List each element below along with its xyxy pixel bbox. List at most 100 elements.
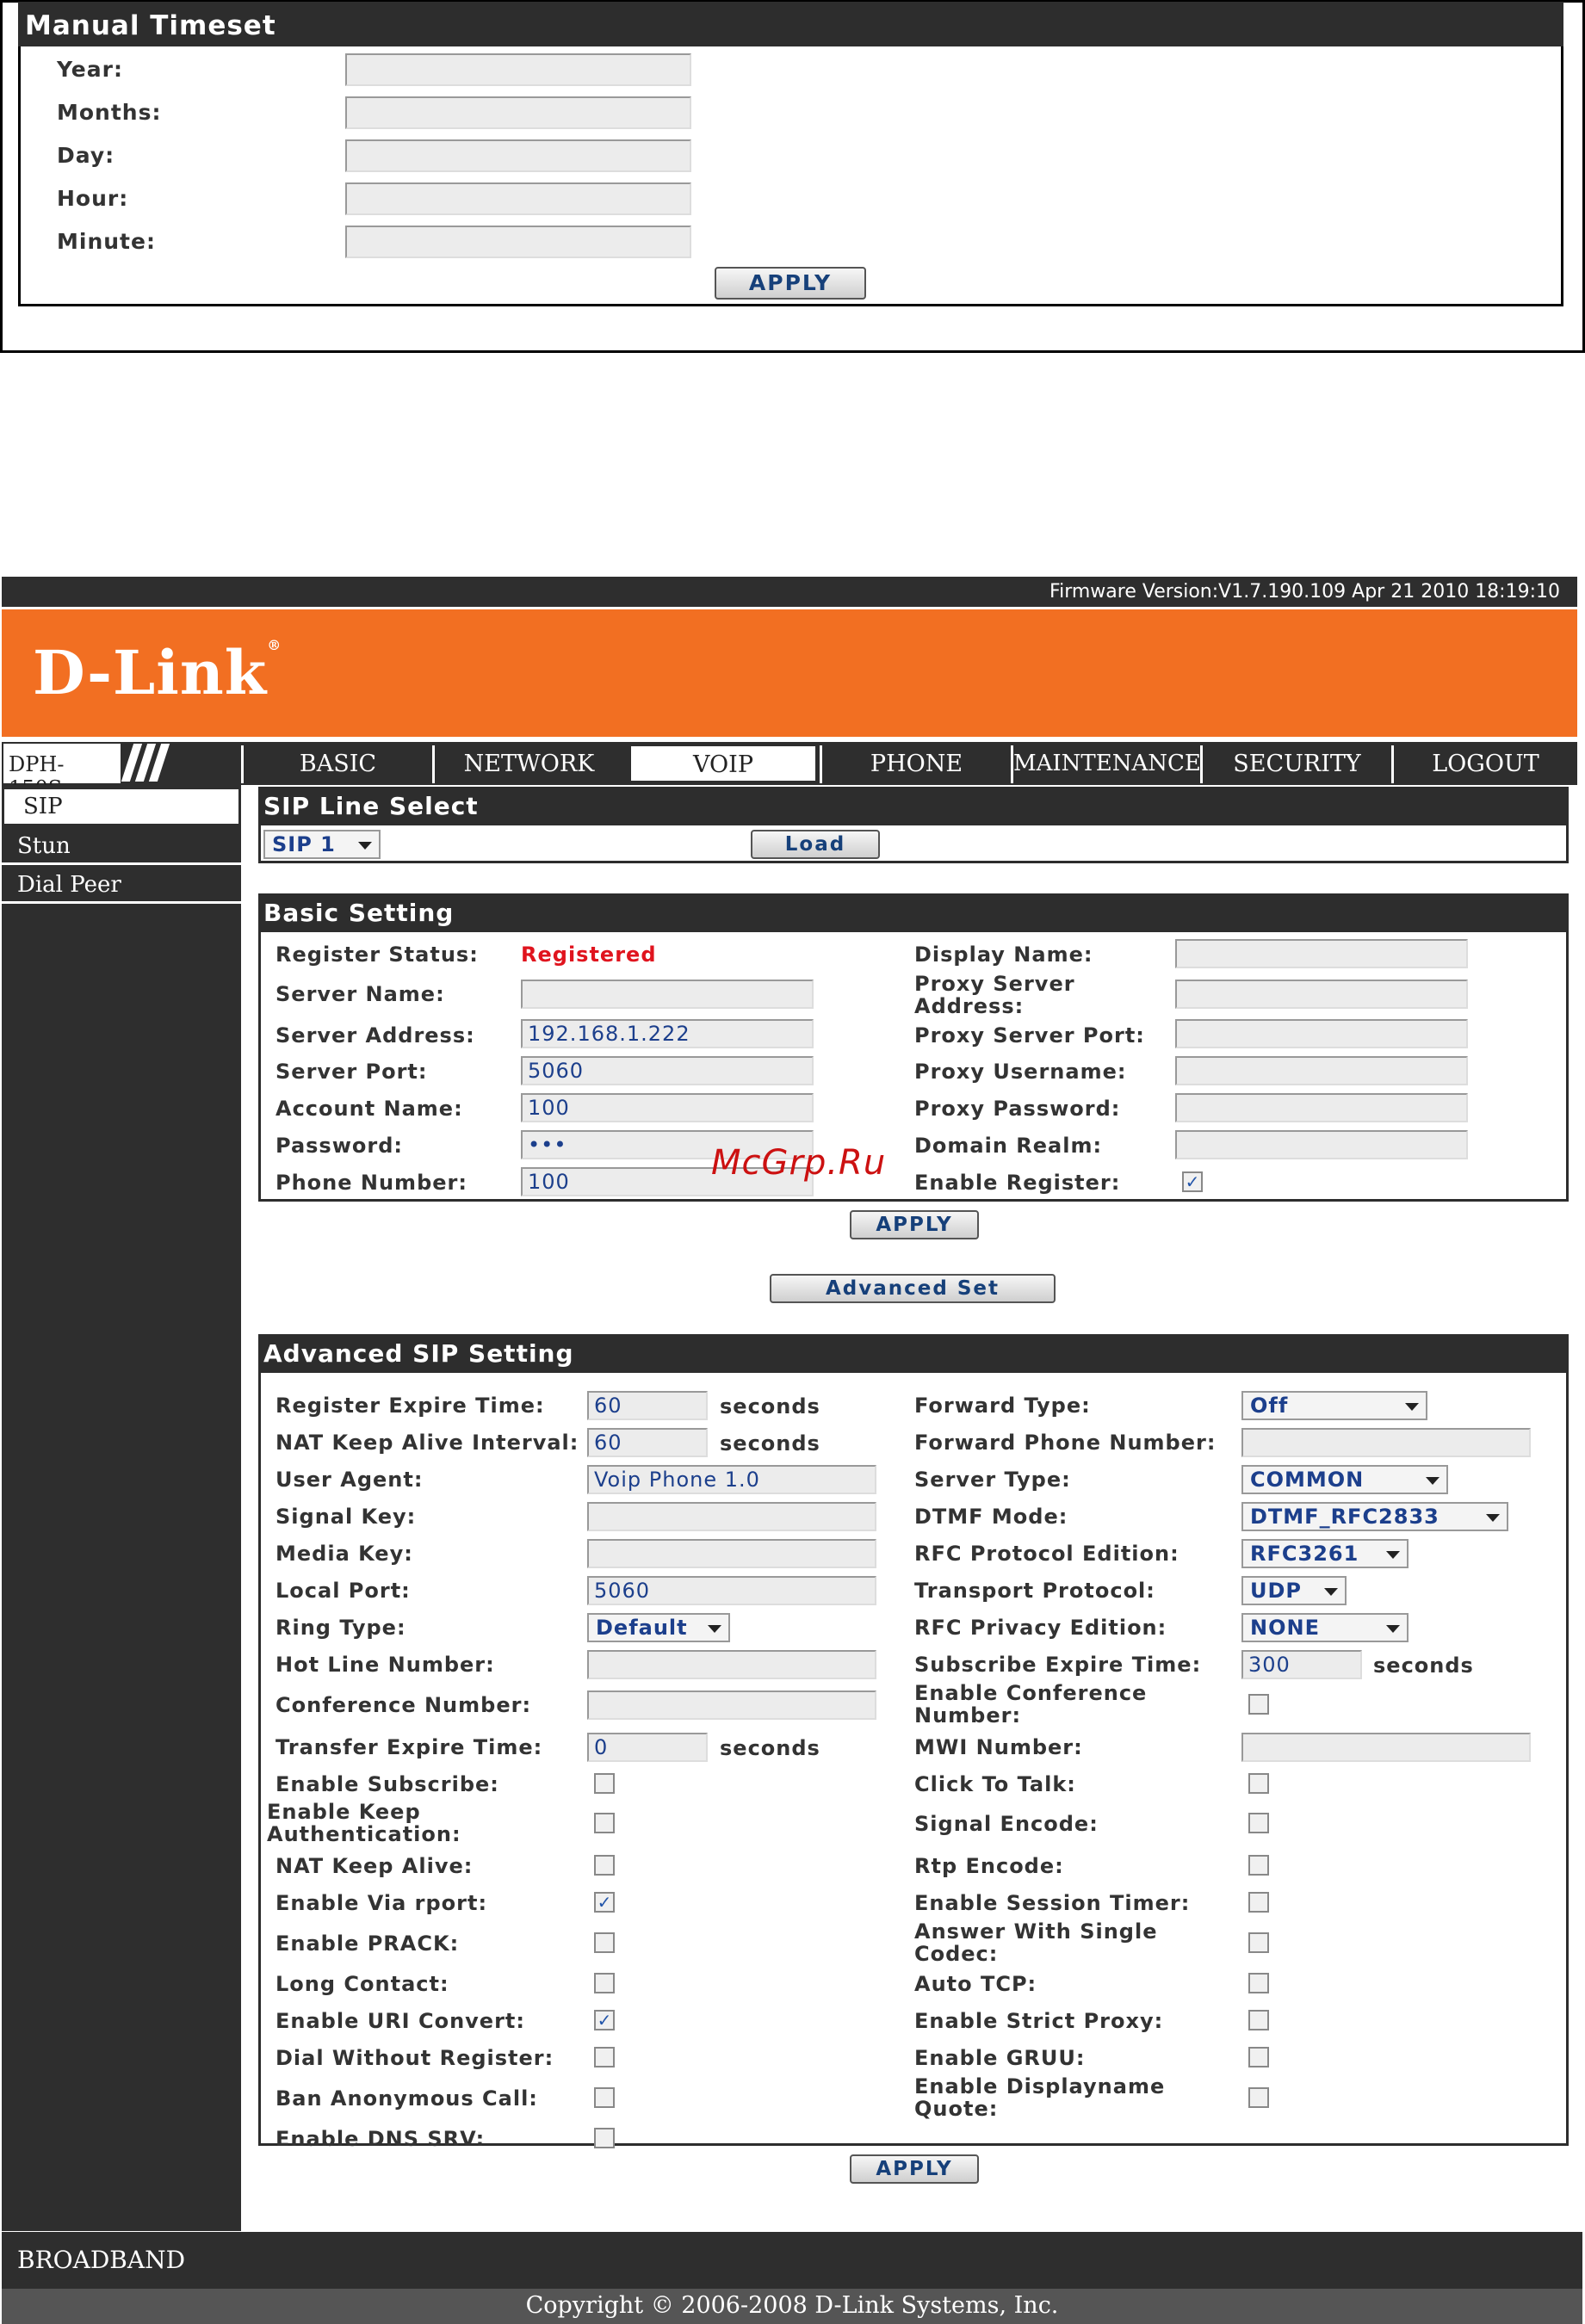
tab-logout[interactable]: LOGOUT: [1391, 745, 1577, 783]
sidebar-item-dial-peer[interactable]: Dial Peer: [2, 868, 241, 904]
enable-register-label: Enable Register:: [914, 1171, 1121, 1195]
timeset-apply-button[interactable]: APPLY: [715, 267, 866, 300]
sidebar-item-stun[interactable]: Stun: [2, 829, 241, 865]
advanced-field-select[interactable]: Off: [1241, 1391, 1427, 1420]
advanced-field-select[interactable]: Default: [587, 1613, 730, 1642]
timeset-form: Year: Months: Day: Hour: Minute:: [18, 52, 707, 258]
advanced-field-checkbox[interactable]: [594, 1773, 615, 1794]
proxy-server-address-input[interactable]: [1175, 980, 1468, 1009]
advanced-field-label: Server Type:: [914, 1468, 1071, 1492]
advanced-field-checkbox[interactable]: [1248, 2010, 1269, 2030]
unit-label: seconds: [720, 1736, 820, 1760]
proxy-server-port-label: Proxy Server Port:: [914, 1023, 1145, 1048]
chevron-down-icon: [1386, 1551, 1400, 1559]
advanced-field-label: NAT Keep Alive:: [276, 1854, 474, 1878]
advanced-field-label: DTMF Mode:: [914, 1505, 1068, 1529]
advanced-field-input[interactable]: 60: [587, 1391, 708, 1420]
advanced-field-input[interactable]: Voip Phone 1.0: [587, 1465, 876, 1494]
server-port-input[interactable]: 5060: [521, 1056, 814, 1085]
advanced-field-checkbox[interactable]: ✓: [594, 2010, 615, 2030]
proxy-password-label: Proxy Password:: [914, 1097, 1121, 1121]
hour-label: Hour:: [57, 186, 129, 211]
firmware-version: Firmware Version:V1.7.190.109 Apr 21 201…: [2, 577, 1577, 607]
advanced-field-select[interactable]: NONE: [1241, 1613, 1409, 1642]
advanced-field-input[interactable]: [587, 1502, 876, 1531]
proxy-username-input[interactable]: [1175, 1056, 1468, 1085]
tab-phone[interactable]: PHONE: [820, 745, 1011, 783]
proxy-password-input[interactable]: [1175, 1093, 1468, 1122]
advanced-field-select[interactable]: UDP: [1241, 1576, 1347, 1605]
advanced-sip-setting-title: Advanced SIP Setting: [258, 1334, 1569, 1373]
advanced-field-checkbox[interactable]: [594, 1855, 615, 1876]
advanced-field-checkbox[interactable]: [1248, 1892, 1269, 1913]
display-name-input[interactable]: [1175, 939, 1468, 968]
unit-label: seconds: [720, 1431, 820, 1456]
domain-realm-input[interactable]: [1175, 1130, 1468, 1159]
advanced-field-checkbox[interactable]: [594, 2128, 615, 2148]
advanced-field-checkbox[interactable]: [1248, 1973, 1269, 1993]
advanced-field-checkbox[interactable]: [594, 2087, 615, 2108]
proxy-server-port-input[interactable]: [1175, 1019, 1468, 1048]
advanced-field-input[interactable]: 300: [1241, 1650, 1362, 1679]
advanced-field-input[interactable]: 5060: [587, 1576, 876, 1605]
tab-basic[interactable]: BASIC: [241, 745, 432, 783]
sidebar-item-sip[interactable]: SIP: [2, 787, 241, 826]
advanced-field-checkbox[interactable]: [1248, 2047, 1269, 2067]
advanced-field-select[interactable]: DTMF_RFC2833: [1241, 1502, 1508, 1531]
tab-maintenance[interactable]: MAINTENANCE: [1011, 745, 1201, 783]
advanced-field-checkbox[interactable]: [594, 1932, 615, 1953]
sip-line-select[interactable]: SIP 1: [263, 830, 381, 859]
basic-apply-button[interactable]: APPLY: [850, 1210, 979, 1239]
chevron-down-icon: [1386, 1625, 1400, 1633]
advanced-field-checkbox[interactable]: [594, 2047, 615, 2067]
dlink-logo: D-Link®: [33, 637, 282, 708]
advanced-field-label: MWI Number:: [914, 1735, 1083, 1759]
advanced-field-label: Enable PRACK:: [276, 1932, 460, 1956]
year-label: Year:: [57, 57, 123, 82]
advanced-field-select[interactable]: RFC3261: [1241, 1539, 1409, 1568]
proxy-username-label: Proxy Username:: [914, 1060, 1127, 1084]
server-name-input[interactable]: [521, 980, 814, 1009]
advanced-apply-button[interactable]: APPLY: [850, 2154, 979, 2184]
tab-security[interactable]: SECURITY: [1200, 745, 1391, 783]
advanced-field-checkbox[interactable]: [1248, 1855, 1269, 1876]
advanced-field-checkbox[interactable]: [1248, 1694, 1269, 1715]
advanced-field-label: Conference Number:: [276, 1693, 532, 1717]
advanced-field-checkbox[interactable]: [1248, 2087, 1269, 2108]
advanced-field-checkbox[interactable]: [1248, 1813, 1269, 1833]
select-value: COMMON: [1250, 1468, 1365, 1492]
advanced-field-checkbox[interactable]: [594, 1973, 615, 1993]
advanced-field-checkbox[interactable]: [1248, 1932, 1269, 1953]
advanced-field-checkbox[interactable]: ✓: [594, 1892, 615, 1913]
tab-voip[interactable]: VOIP: [628, 744, 818, 783]
advanced-field-label: Ban Anonymous Call:: [276, 2086, 538, 2111]
advanced-field-input[interactable]: [1241, 1733, 1531, 1762]
advanced-field-select[interactable]: COMMON: [1241, 1465, 1448, 1494]
load-button[interactable]: Load: [751, 830, 880, 859]
enable-register-checkbox[interactable]: ✓: [1182, 1171, 1203, 1192]
advanced-field-input[interactable]: [587, 1650, 876, 1679]
advanced-field-checkbox[interactable]: [594, 1813, 615, 1833]
advanced-field-input[interactable]: [1241, 1428, 1531, 1457]
footer-broadband: BROADBAND: [2, 2232, 1582, 2289]
advanced-field-label: Dial Without Register:: [276, 2046, 554, 2070]
year-input[interactable]: [345, 53, 691, 86]
advanced-set-button[interactable]: Advanced Set: [770, 1274, 1056, 1303]
hour-input[interactable]: [345, 182, 691, 215]
sip-line-value: SIP 1: [272, 832, 336, 856]
advanced-field-input[interactable]: 60: [587, 1428, 708, 1457]
months-input[interactable]: [345, 96, 691, 129]
advanced-field-input[interactable]: [587, 1539, 876, 1568]
minute-input[interactable]: [345, 226, 691, 258]
advanced-field-label: Ring Type:: [276, 1616, 406, 1640]
advanced-field-checkbox[interactable]: [1248, 1773, 1269, 1794]
advanced-field-input[interactable]: [587, 1690, 876, 1720]
day-input[interactable]: [345, 139, 691, 172]
account-name-input[interactable]: 100: [521, 1093, 814, 1122]
advanced-field-input[interactable]: 0: [587, 1733, 708, 1762]
minute-label: Minute:: [57, 229, 156, 254]
display-name-label: Display Name:: [914, 943, 1093, 967]
server-address-input[interactable]: 192.168.1.222: [521, 1019, 814, 1048]
advanced-field-label: RFC Protocol Edition:: [914, 1542, 1179, 1566]
tab-network[interactable]: NETWORK: [432, 745, 623, 783]
